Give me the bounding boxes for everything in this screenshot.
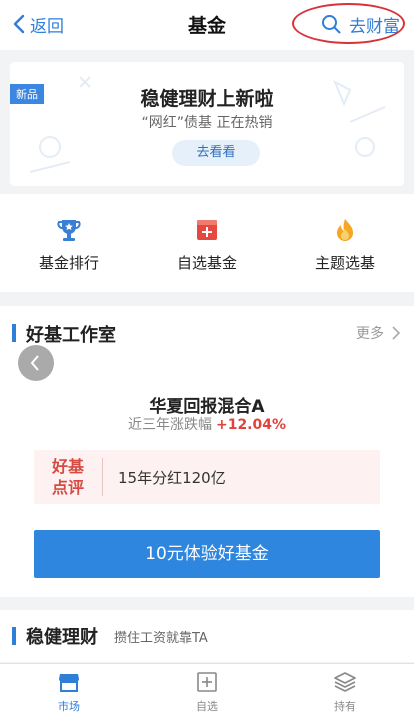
chevron-left-icon — [30, 355, 39, 371]
more-label: 更多 — [356, 326, 384, 342]
fund-return: 近三年涨跌幅 +12.04% — [0, 414, 414, 434]
review-tag-line1: 好基 — [51, 457, 84, 476]
steady-subtitle: 攒住工资就靠TA — [114, 631, 208, 646]
theme-fund-label: 主题选基 — [314, 254, 375, 272]
back-button[interactable]: 返回 — [12, 10, 64, 38]
tab-holdings-label: 持有 — [334, 700, 356, 713]
trophy-icon — [57, 220, 81, 241]
layers-icon — [334, 672, 356, 692]
section-accent-bar — [12, 324, 16, 342]
tab-holdings[interactable]: 持有 — [276, 670, 414, 714]
flame-icon — [337, 219, 353, 241]
fund-ranking-button[interactable]: 基金排行 — [0, 216, 138, 273]
plus-square-icon — [197, 672, 217, 692]
top-nav-bar: 返回 基金 去财富 — [0, 0, 414, 50]
chevron-right-icon — [392, 326, 400, 340]
go-wealth-button[interactable]: 去财富 — [321, 10, 400, 38]
fund-studio-section: 好基工作室 更多 华夏回报混合A 近三年涨跌幅 +12.04% 好基 点评 15年… — [0, 306, 414, 597]
banner-subtitle: “网红”债基 正在热销 — [141, 115, 273, 131]
steady-title: 稳健理财 — [26, 627, 98, 648]
tab-market[interactable]: 市场 — [0, 670, 138, 714]
plus-box-icon — [197, 220, 217, 240]
studio-header: 好基工作室 更多 — [0, 320, 414, 381]
promo-banner[interactable]: 新品 稳健理财上新啦 “网红”债基 正在热销 去看看 — [10, 62, 404, 186]
review-divider — [102, 458, 103, 496]
quick-actions: 基金排行 自选基金 主题选基 — [0, 194, 414, 292]
carousel-prev-button[interactable] — [18, 345, 54, 381]
tab-watchlist[interactable]: 自选 — [138, 670, 276, 714]
try-fund-button[interactable]: 10元体验好基金 — [34, 530, 380, 578]
studio-more-link[interactable]: 更多 — [356, 323, 400, 343]
section-accent-bar — [12, 627, 16, 645]
studio-title: 好基工作室 — [26, 325, 116, 346]
banner-title: 稳健理财上新啦 — [140, 88, 274, 110]
review-tag: 好基 点评 — [42, 456, 94, 498]
theme-fund-button[interactable]: 主题选基 — [276, 216, 414, 273]
tab-watchlist-label: 自选 — [196, 700, 218, 713]
search-icon — [322, 15, 341, 34]
watchlist-fund-button[interactable]: 自选基金 — [138, 216, 276, 273]
review-text: 15年分红120亿 — [118, 469, 226, 487]
fund-review-card: 好基 点评 15年分红120亿 — [34, 450, 380, 504]
steady-wealth-section: 稳健理财 攒住工资就靠TA — [0, 610, 414, 662]
tab-market-label: 市场 — [58, 700, 80, 713]
watchlist-fund-label: 自选基金 — [176, 254, 237, 272]
view-now-button[interactable]: 去看看 — [172, 140, 260, 166]
bottom-tab-bar: 市场 自选 持有 — [0, 663, 414, 723]
review-tag-line2: 点评 — [51, 478, 84, 497]
return-label: 近三年涨跌幅 — [127, 417, 212, 433]
go-wealth-label: 去财富 — [349, 16, 400, 37]
return-value: +12.04% — [215, 417, 287, 433]
back-label: 返回 — [30, 16, 64, 37]
fund-ranking-label: 基金排行 — [38, 254, 99, 272]
store-icon — [59, 674, 79, 692]
chevron-left-icon — [13, 14, 25, 34]
